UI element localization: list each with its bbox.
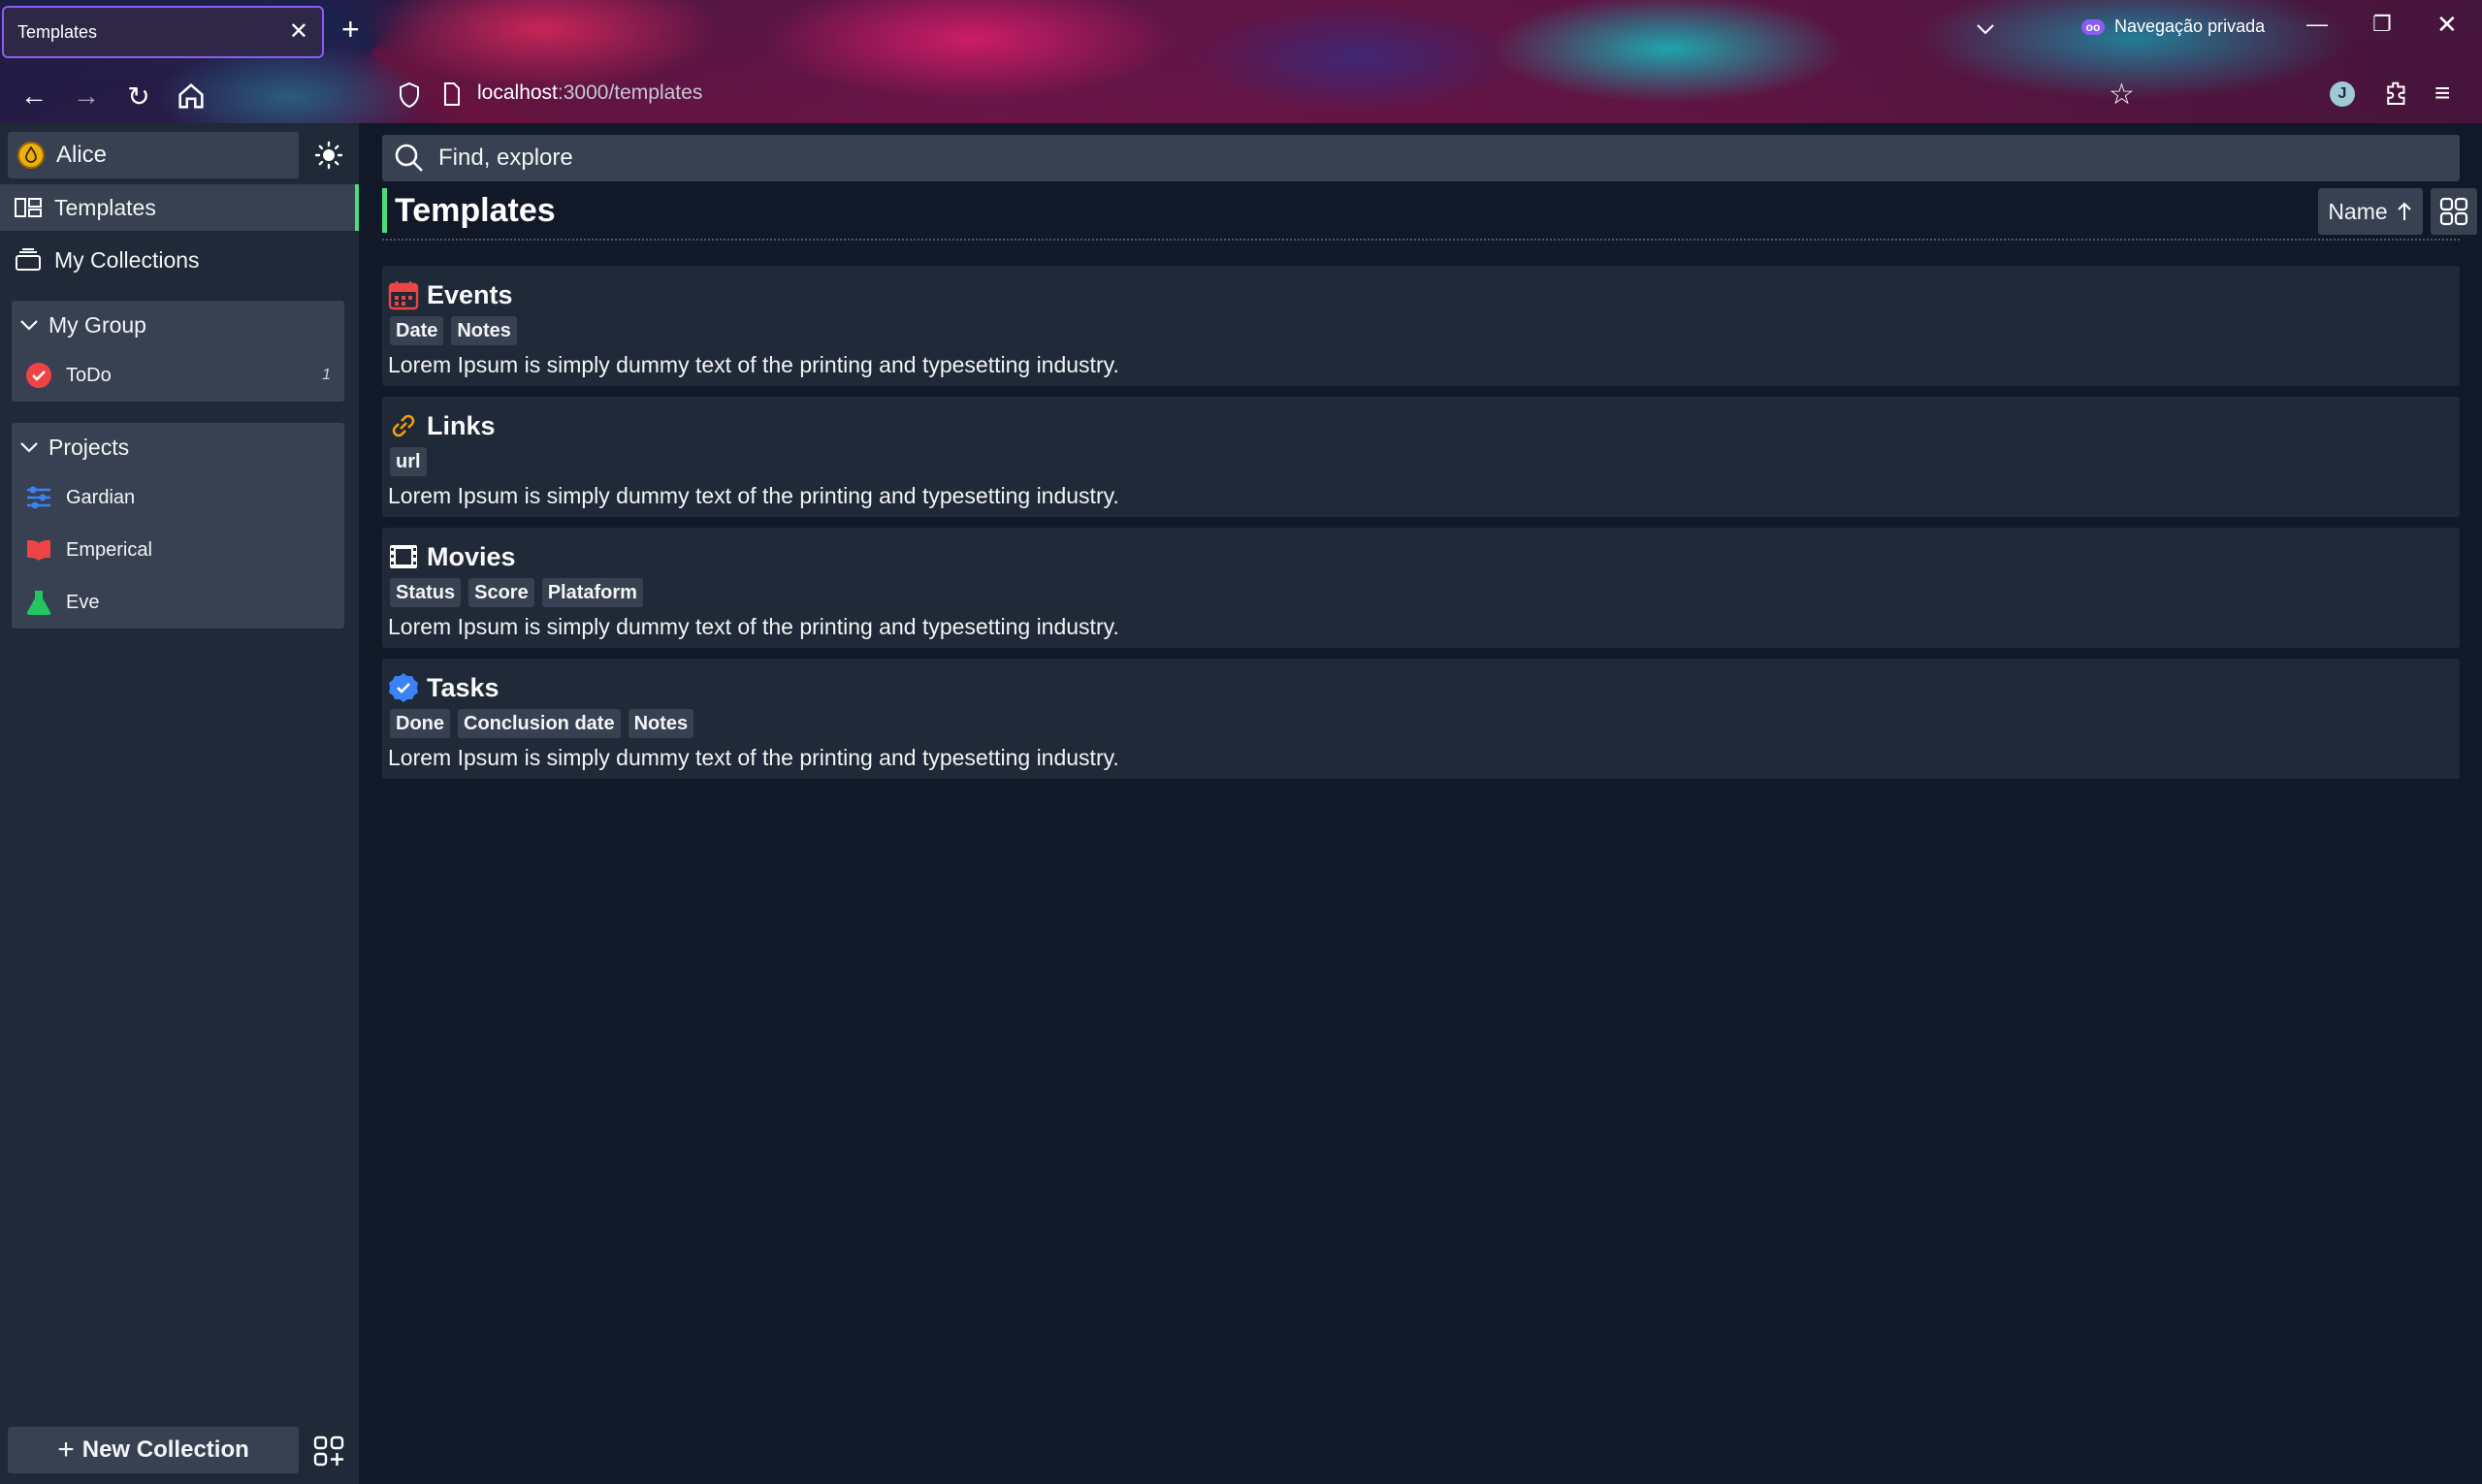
window-close-icon[interactable]: ✕: [2436, 10, 2458, 40]
group-title: Projects: [48, 434, 130, 460]
group-header[interactable]: Projects: [12, 423, 344, 471]
user-coin-icon: [17, 142, 45, 169]
browser-tab[interactable]: Templates ✕: [2, 6, 324, 58]
sidebar: Alice Templates My Collections My Group …: [0, 123, 359, 1484]
sidebar-item-label: ToDo: [66, 364, 112, 386]
page-header: Templates Name: [382, 186, 2477, 241]
theme-toggle-sun-icon[interactable]: [314, 141, 343, 170]
address-bar[interactable]: localhost:3000/templates: [477, 81, 702, 105]
template-title: Links: [427, 410, 496, 440]
group-my-group: My Group ToDo 1: [12, 301, 344, 402]
template-description: Lorem Ipsum is simply dummy text of the …: [388, 483, 1119, 508]
bookmark-star-icon[interactable]: ☆: [2109, 78, 2135, 112]
template-card-movies[interactable]: Movies Status Score Plataform Lorem Ipsu…: [382, 528, 2460, 648]
new-collection-label: New Collection: [81, 1436, 249, 1463]
sidebar-item-label: Gardian: [66, 486, 136, 508]
collections-icon: [16, 248, 41, 271]
search-icon: [395, 144, 423, 172]
field-tag: Notes: [628, 709, 694, 738]
arrow-up-icon: [2397, 202, 2411, 220]
field-tag: Done: [390, 709, 450, 738]
home-icon[interactable]: [175, 80, 208, 113]
search-input[interactable]: [438, 145, 2448, 172]
restore-icon[interactable]: ❐: [2372, 12, 2392, 37]
reload-icon[interactable]: ↻: [122, 80, 155, 113]
group-title: My Group: [48, 311, 146, 338]
template-title: Events: [427, 279, 513, 309]
hamburger-menu-icon[interactable]: ≡: [2434, 78, 2450, 109]
sidebar-item-label: My Collections: [54, 246, 200, 273]
private-browsing-indicator: oo Navegação privada: [2081, 16, 2265, 37]
browser-chrome: Templates ✕ + oo Navegação privada — ❐ ✕…: [0, 0, 2482, 123]
page-title: Templates: [382, 188, 556, 233]
field-tag: Plataform: [541, 578, 643, 607]
back-icon[interactable]: ←: [17, 80, 50, 113]
group-header[interactable]: My Group: [12, 301, 344, 349]
check-circle-icon: [26, 363, 51, 388]
sidebar-item-my-collections[interactable]: My Collections: [0, 237, 359, 283]
chevron-down-icon: [20, 442, 38, 453]
field-tag: url: [390, 447, 427, 476]
extensions-icon[interactable]: [2382, 80, 2411, 109]
template-title: Movies: [427, 541, 516, 571]
template-description: Lorem Ipsum is simply dummy text of the …: [388, 614, 1119, 639]
sidebar-item-label: Templates: [54, 194, 156, 220]
template-card-events[interactable]: Events Date Notes Lorem Ipsum is simply …: [382, 266, 2460, 386]
sidebar-item-gardian[interactable]: Gardian: [12, 471, 344, 524]
grid-icon: [2439, 197, 2468, 226]
sidebar-item-emperical[interactable]: Emperical: [12, 524, 344, 576]
sliders-icon: [27, 486, 50, 509]
account-avatar[interactable]: J: [2330, 81, 2355, 107]
page-icon[interactable]: [441, 81, 463, 107]
field-tag: Conclusion date: [458, 709, 621, 738]
forward-icon[interactable]: →: [70, 80, 103, 113]
group-projects: Projects Gardian Emperical Eve: [12, 423, 344, 629]
search-bar[interactable]: [382, 135, 2460, 181]
sort-button[interactable]: Name: [2318, 188, 2423, 235]
sidebar-item-todo[interactable]: ToDo 1: [12, 349, 344, 402]
sidebar-item-label: Eve: [66, 591, 100, 613]
tab-title: Templates: [17, 21, 98, 42]
shield-icon[interactable]: [398, 81, 421, 109]
url-path: :3000/templates: [557, 81, 703, 104]
tab-close-icon[interactable]: ✕: [289, 20, 308, 44]
chevron-down-icon[interactable]: [1974, 17, 1997, 41]
template-description: Lorem Ipsum is simply dummy text of the …: [388, 745, 1119, 770]
new-collection-button[interactable]: + New Collection: [8, 1427, 299, 1473]
templates-icon: [15, 198, 42, 217]
plus-icon: +: [57, 1434, 75, 1466]
template-title: Tasks: [427, 672, 500, 702]
chevron-down-icon: [20, 320, 38, 331]
sidebar-item-eve[interactable]: Eve: [12, 576, 344, 629]
grid-view-button[interactable]: [2431, 188, 2477, 235]
template-card-tasks[interactable]: Tasks Done Conclusion date Notes Lorem I…: [382, 659, 2460, 779]
add-grid-icon[interactable]: [312, 1435, 345, 1468]
new-tab-icon[interactable]: +: [341, 14, 360, 45]
flask-icon: [26, 591, 51, 616]
sidebar-item-templates[interactable]: Templates: [0, 184, 359, 231]
template-card-links[interactable]: Links url Lorem Ipsum is simply dummy te…: [382, 397, 2460, 517]
item-count: 1: [322, 367, 331, 383]
template-description: Lorem Ipsum is simply dummy text of the …: [388, 352, 1119, 377]
link-icon: [392, 414, 415, 437]
book-icon: [27, 540, 50, 561]
sort-label: Name: [2328, 198, 2388, 224]
url-host: localhost: [477, 81, 558, 104]
check-badge-icon: [389, 673, 418, 702]
main-content: Templates Name Events Date Notes Lorem I…: [359, 123, 2482, 1484]
mask-icon: oo: [2081, 18, 2105, 35]
private-label: Navegação privada: [2114, 16, 2266, 36]
sidebar-item-label: Emperical: [66, 538, 152, 561]
minimize-icon[interactable]: —: [2306, 12, 2328, 37]
field-tag: Notes: [451, 316, 517, 345]
user-menu[interactable]: Alice: [8, 132, 299, 178]
field-tag: Date: [390, 316, 444, 345]
user-name: Alice: [56, 142, 108, 168]
field-tag: Status: [390, 578, 462, 607]
calendar-icon: [388, 281, 419, 310]
film-icon: [390, 545, 417, 568]
field-tag: Score: [468, 578, 534, 607]
